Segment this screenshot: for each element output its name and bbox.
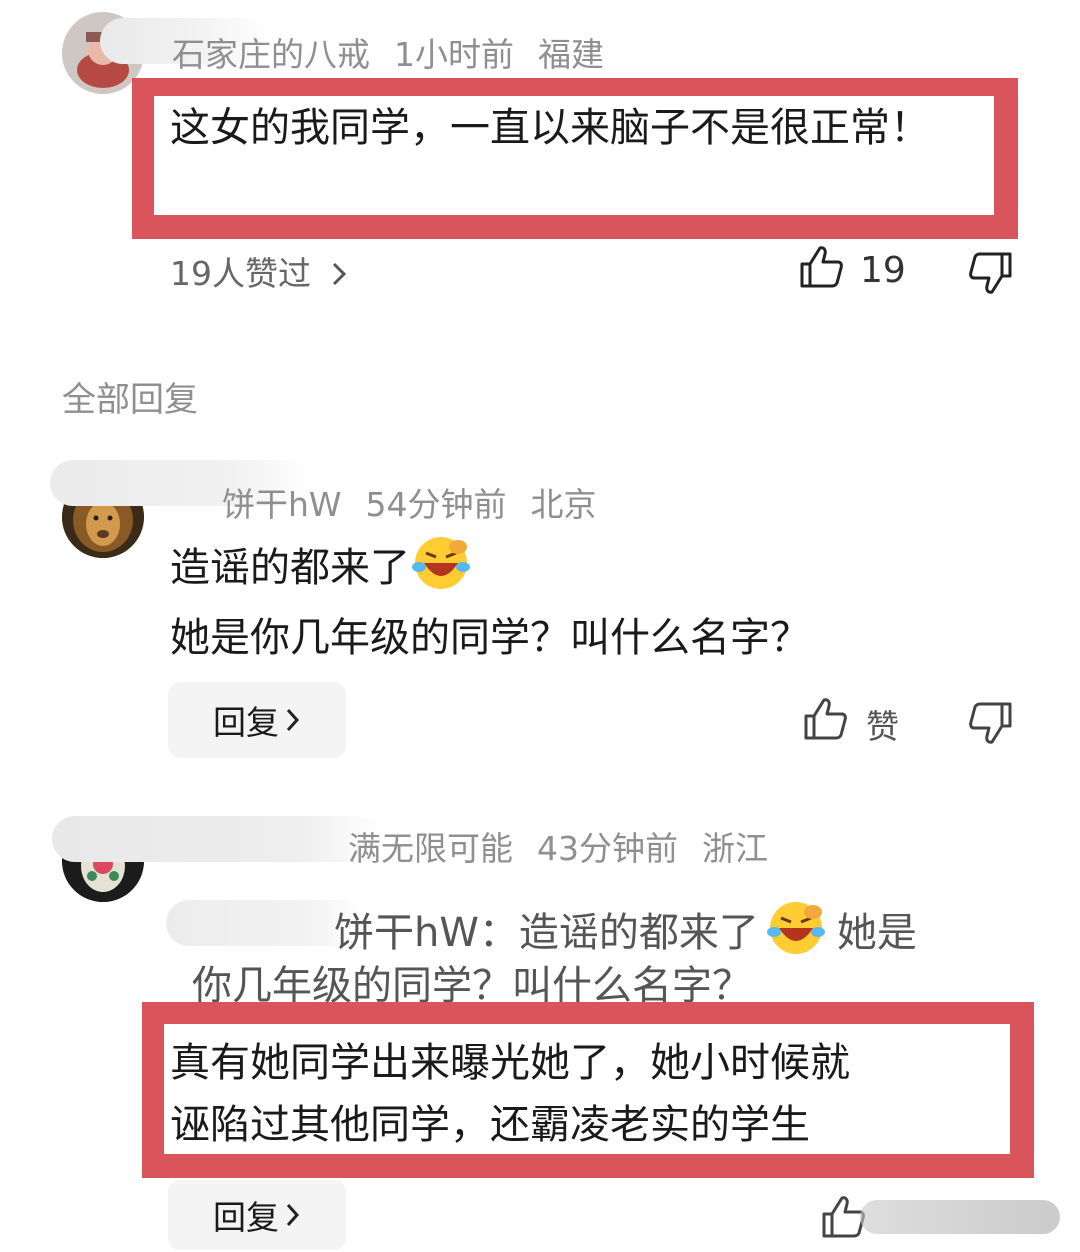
location: 福建 bbox=[538, 35, 604, 74]
thumbs-up-icon[interactable] bbox=[798, 244, 844, 294]
thumbs-down-icon[interactable] bbox=[968, 700, 1014, 750]
author-name[interactable]: 饼干hW bbox=[222, 485, 342, 524]
thumbs-up-icon[interactable] bbox=[802, 696, 848, 746]
author-name[interactable]: 石家庄的八戒 bbox=[172, 35, 370, 74]
reply-text: 造谣的都来了 她是你几年级的同学？叫什么名字？ bbox=[170, 533, 1030, 670]
timestamp: 43分钟前 bbox=[537, 829, 678, 868]
thumbs-up-icon[interactable] bbox=[820, 1194, 866, 1244]
chevron-right-icon bbox=[285, 707, 301, 733]
reply-line: 造谣的都来了 bbox=[170, 533, 1030, 600]
location: 浙江 bbox=[702, 829, 768, 868]
comment-meta: 石家庄的八戒 1小时前 福建 bbox=[172, 28, 628, 76]
like-count: 19 bbox=[860, 250, 906, 291]
likes-summary-link[interactable]: 19人赞过 bbox=[170, 247, 348, 295]
quoted-comment: 饼干hW：造谣的都来了 她是 bbox=[334, 898, 917, 963]
watermark-mask bbox=[860, 1200, 1060, 1234]
chevron-right-icon bbox=[285, 1202, 301, 1228]
comment-meta: 饼干hW 54分钟前 北京 bbox=[222, 478, 621, 526]
reply-button[interactable]: 回复 bbox=[168, 1180, 346, 1250]
laughing-crying-emoji-icon bbox=[765, 898, 827, 956]
reply-button[interactable]: 回复 bbox=[168, 682, 346, 758]
username-mask bbox=[52, 816, 382, 862]
reply-line: 她是你几年级的同学？叫什么名字？ bbox=[170, 615, 810, 661]
timestamp: 1小时前 bbox=[394, 35, 514, 74]
location: 北京 bbox=[530, 485, 597, 524]
timestamp: 54分钟前 bbox=[365, 485, 507, 524]
thumbs-down-icon[interactable] bbox=[968, 250, 1014, 300]
like-label: 赞 bbox=[866, 707, 899, 746]
comment-text: 这女的我同学，一直以来脑子不是很正常！ bbox=[170, 105, 930, 151]
comment-meta: 满无限可能 43分钟前 浙江 bbox=[348, 822, 792, 870]
likes-summary: 19人赞过 bbox=[170, 254, 311, 293]
author-name[interactable]: 满无限可能 bbox=[348, 829, 513, 868]
reply-text: 真有她同学出来曝光她了，她小时候就 诬陷过其他同学，还霸凌老实的学生 bbox=[170, 1040, 850, 1148]
laughing-crying-emoji-icon bbox=[410, 533, 472, 591]
chevron-right-icon bbox=[319, 254, 348, 293]
replies-header: 全部回复 bbox=[62, 380, 198, 420]
